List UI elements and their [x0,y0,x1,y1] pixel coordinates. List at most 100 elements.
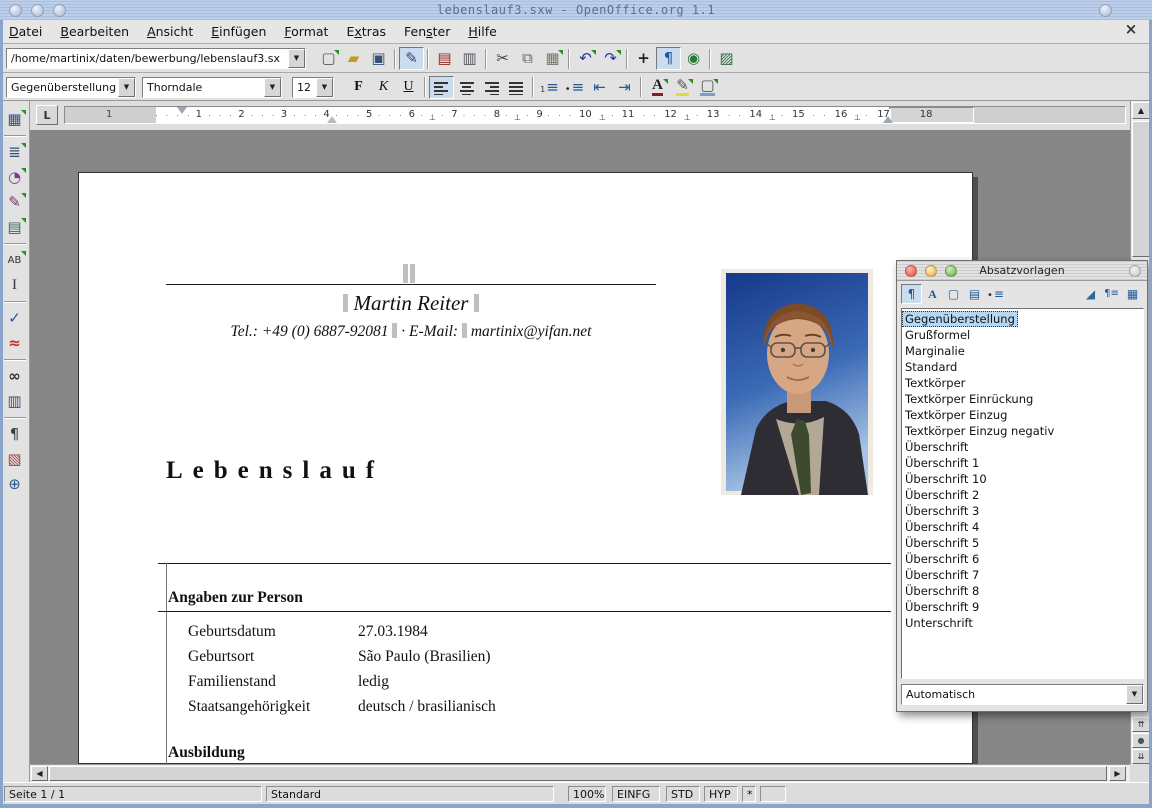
page-style-status[interactable]: Standard [266,786,554,802]
numbered-list-button[interactable]: ≡ [537,76,562,99]
numbering-styles-button[interactable]: ≡ [985,284,1006,304]
horizontal-scroll-thumb[interactable] [49,766,1107,781]
font-dropdown-button[interactable]: ▼ [264,78,281,97]
style-list[interactable]: GegenüberstellungGrußformelMarginalieSta… [901,308,1144,679]
insert-mode-status[interactable]: EINFG [612,786,660,802]
filter-dropdown-button[interactable]: ▼ [1126,685,1143,704]
menu-bearbeiten[interactable]: Bearbeiten [51,21,138,42]
style-item[interactable]: Überschrift 7 [902,567,1143,583]
style-item[interactable]: Überschrift 10 [902,471,1143,487]
new-style-from-selection-button[interactable]: ¶≡ [1101,284,1122,304]
style-filter-value[interactable]: Automatisch [902,685,1126,704]
gallery-button[interactable]: ▨ [714,47,739,70]
url-input[interactable]: /home/martinix/daten/bewerbung/lebenslau… [7,49,288,68]
first-line-indent-marker[interactable] [177,107,187,119]
open-button[interactable]: ▰ [341,47,366,70]
tab-type-selector[interactable]: L [36,105,58,125]
style-item[interactable]: Überschrift 5 [902,535,1143,551]
style-item[interactable]: Textkörper Einzug negativ [902,423,1143,439]
style-item[interactable]: Unterschrift [902,615,1143,631]
page-styles-button[interactable]: ▤ [964,284,985,304]
zoom-status[interactable]: 100% [568,786,606,802]
menu-extras[interactable]: Extras [337,21,395,42]
nonprinting-characters-button[interactable]: ¶ [2,422,28,447]
tab-stop-marker[interactable]: ⊥ [599,113,606,122]
align-center-button[interactable] [454,76,479,99]
next-page-button[interactable]: ⇊ [1132,749,1150,764]
stylist-titlebar[interactable]: Absatzvorlagen [897,261,1147,281]
style-item[interactable]: Überschrift 3 [902,503,1143,519]
scroll-right-button[interactable]: ▶ [1109,766,1126,781]
font-size-value[interactable]: 12 [293,78,316,97]
right-indent-marker[interactable] [883,111,893,123]
menu-ansicht[interactable]: Ansicht [138,21,202,42]
insert-object-button[interactable]: ◔ [2,165,28,190]
insert-table-button[interactable]: ▦ [2,107,28,132]
scroll-up-button[interactable]: ▲ [1132,102,1150,119]
style-item[interactable]: Überschrift 4 [902,519,1143,535]
menu-einfügen[interactable]: Einfügen [202,21,275,42]
url-dropdown-button[interactable]: ▼ [288,49,305,68]
align-left-button[interactable] [429,76,454,99]
style-dropdown-button[interactable]: ▼ [118,78,135,97]
bullet-list-button[interactable]: ≡ [562,76,587,99]
style-item[interactable]: Überschrift 6 [902,551,1143,567]
align-right-button[interactable] [479,76,504,99]
vertical-scroll-thumb[interactable] [1132,121,1150,257]
menu-datei[interactable]: Datei [0,21,51,42]
document-page[interactable]: Martin Reiter Tel.: +49 (0) 6887-92081 ·… [78,172,973,764]
paste-button[interactable]: ▦ [540,47,565,70]
paragraph-styles-button[interactable]: ¶ [901,284,922,304]
decrease-indent-button[interactable]: ⇤ [587,76,612,99]
frame-styles-button[interactable]: ▢ [943,284,964,304]
window-shade-button[interactable] [1099,4,1112,17]
form-functions-button[interactable]: ▤ [2,215,28,240]
paragraph-style-value[interactable]: Gegenüberstellung [7,78,118,97]
align-justify-button[interactable] [504,76,529,99]
font-color-button[interactable]: A [645,76,670,99]
hyperlink-mode-status[interactable]: HYP [704,786,738,802]
undo-button[interactable]: ↶ [573,47,598,70]
tab-stop-marker[interactable]: ⊥ [684,113,691,122]
update-style-button[interactable]: ▦ [1122,284,1143,304]
style-item[interactable]: Standard [902,359,1143,375]
underline-button[interactable]: U [396,76,421,99]
navigation-button[interactable]: ● [1132,733,1150,748]
style-item[interactable]: Überschrift 8 [902,583,1143,599]
stylist-window[interactable]: Absatzvorlagen ¶A▢▤≡ ◢¶≡▦ Gegenüberstell… [896,260,1148,712]
tab-stop-marker[interactable]: ⊥ [514,113,521,122]
tab-stop-marker[interactable]: ⊥ [769,113,776,122]
titlebar[interactable]: lebenslauf3.sxw - OpenOffice.org 1.1 [0,0,1152,20]
character-styles-button[interactable]: A [922,284,943,304]
left-indent-marker[interactable] [327,111,337,123]
graphics-onoff-button[interactable]: ▧ [2,447,28,472]
find-replace-button[interactable]: ∞ [2,364,28,389]
style-item[interactable]: Textkörper [902,375,1143,391]
hyperlink-dialog-button[interactable]: ◉ [681,47,706,70]
menu-fenster[interactable]: Fenster [395,21,459,42]
style-item[interactable]: Überschrift 9 [902,599,1143,615]
tab-stop-marker[interactable]: ⊥ [429,113,436,122]
autotext-button[interactable]: AB [2,248,28,273]
style-item[interactable]: Marginalie [902,343,1143,359]
redo-button[interactable]: ↷ [598,47,623,70]
style-item[interactable]: Überschrift 2 [902,487,1143,503]
online-layout-button[interactable]: ⊕ [2,472,28,497]
auto-spellcheck-button[interactable]: ≈ [2,331,28,356]
italic-button[interactable]: K [371,76,396,99]
export-pdf-button[interactable]: ▤ [432,47,457,70]
draw-functions-button[interactable]: ✎ [2,190,28,215]
horizontal-scrollbar[interactable]: ◀ ▶ [30,764,1130,782]
insert-section-button[interactable]: ≣ [2,140,28,165]
size-dropdown-button[interactable]: ▼ [316,78,333,97]
font-name-value[interactable]: Thorndale [143,78,264,97]
increase-indent-button[interactable]: ⇥ [612,76,637,99]
close-icon[interactable]: × [1122,22,1140,37]
copy-button[interactable]: ⧉ [515,47,540,70]
previous-page-button[interactable]: ⇈ [1132,717,1150,732]
style-item[interactable]: Textkörper Einzug [902,407,1143,423]
cut-button[interactable]: ✂ [490,47,515,70]
spellcheck-button[interactable]: ✓ [2,306,28,331]
highlighting-button[interactable]: ✎ [670,76,695,99]
horizontal-ruler[interactable]: 1123456789101112131415161718⊥⊥⊥⊥⊥⊥ [64,106,1126,124]
